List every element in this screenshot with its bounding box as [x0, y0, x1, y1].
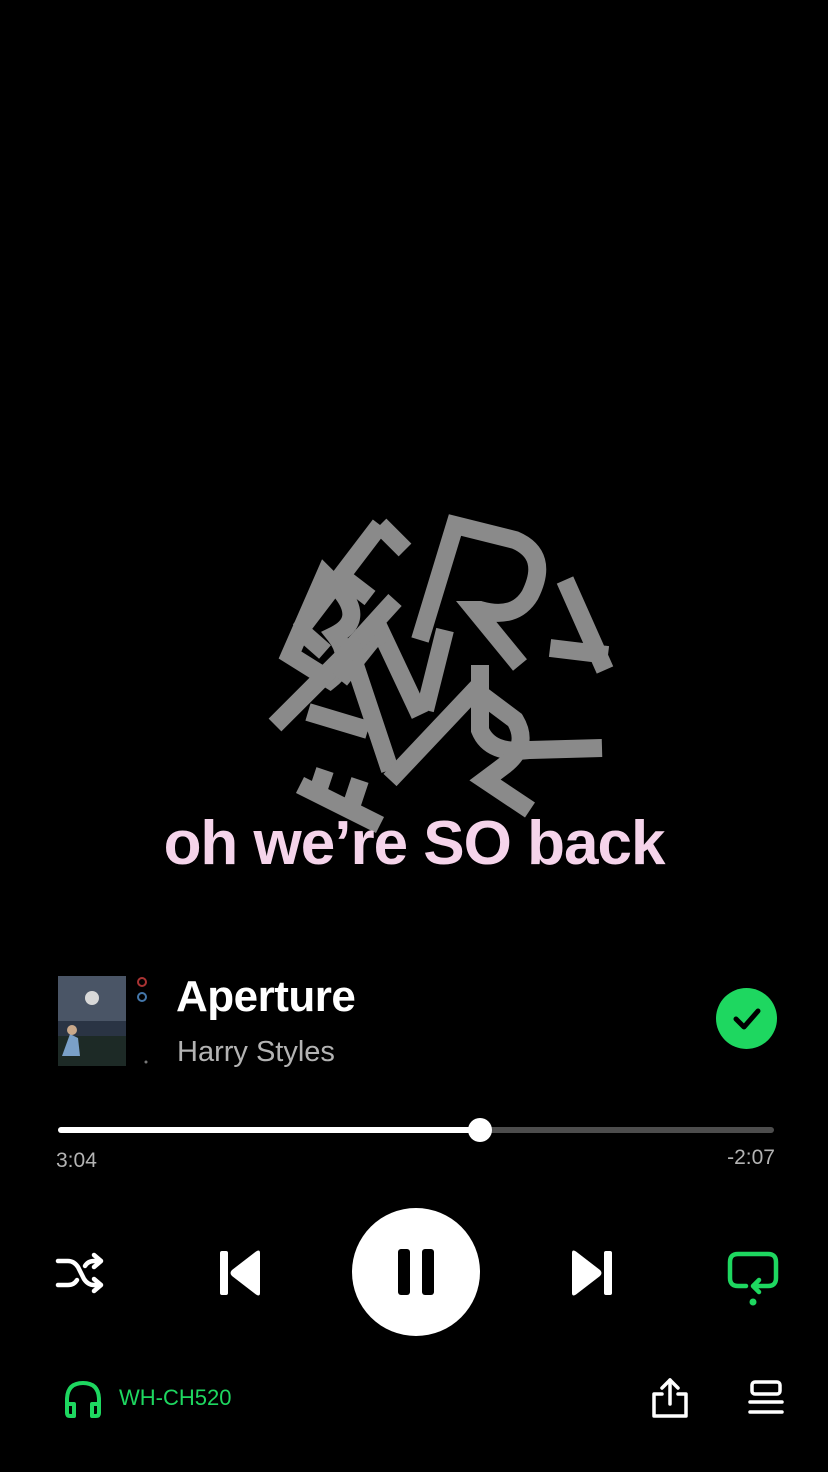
skip-previous-icon [220, 1250, 260, 1296]
progress-handle[interactable] [468, 1118, 492, 1142]
progress-bar[interactable] [58, 1118, 774, 1142]
repeat-button[interactable] [724, 1246, 782, 1308]
checkmark-icon [733, 1008, 760, 1029]
play-pause-button[interactable] [352, 1208, 480, 1336]
album-cover-image [58, 976, 126, 1066]
previous-button[interactable] [212, 1245, 268, 1301]
track-artist[interactable]: Harry Styles [177, 1036, 335, 1069]
skip-next-icon [572, 1250, 612, 1296]
caption-text: oh we’re SO back [163, 809, 666, 878]
shuffle-button[interactable] [52, 1248, 108, 1298]
elapsed-time: 3:04 [56, 1149, 97, 1172]
liked-button[interactable] [716, 988, 777, 1049]
share-icon[interactable] [648, 1376, 692, 1420]
remaining-time: -2:07 [727, 1146, 775, 1169]
repeat-icon [727, 1251, 779, 1306]
next-button[interactable] [564, 1245, 620, 1301]
track-title[interactable]: Aperture [176, 972, 356, 1022]
shuffle-icon [55, 1252, 104, 1294]
pause-icon [398, 1249, 434, 1295]
headphones-icon[interactable] [62, 1378, 104, 1420]
progress-fill [58, 1127, 480, 1133]
album-cover-thumbnail[interactable] [58, 976, 126, 1066]
album-cover-edge [137, 977, 148, 1064]
device-name[interactable]: WH-CH520 [119, 1385, 231, 1411]
album-artwork-typography [268, 514, 614, 834]
queue-icon[interactable] [744, 1376, 788, 1420]
